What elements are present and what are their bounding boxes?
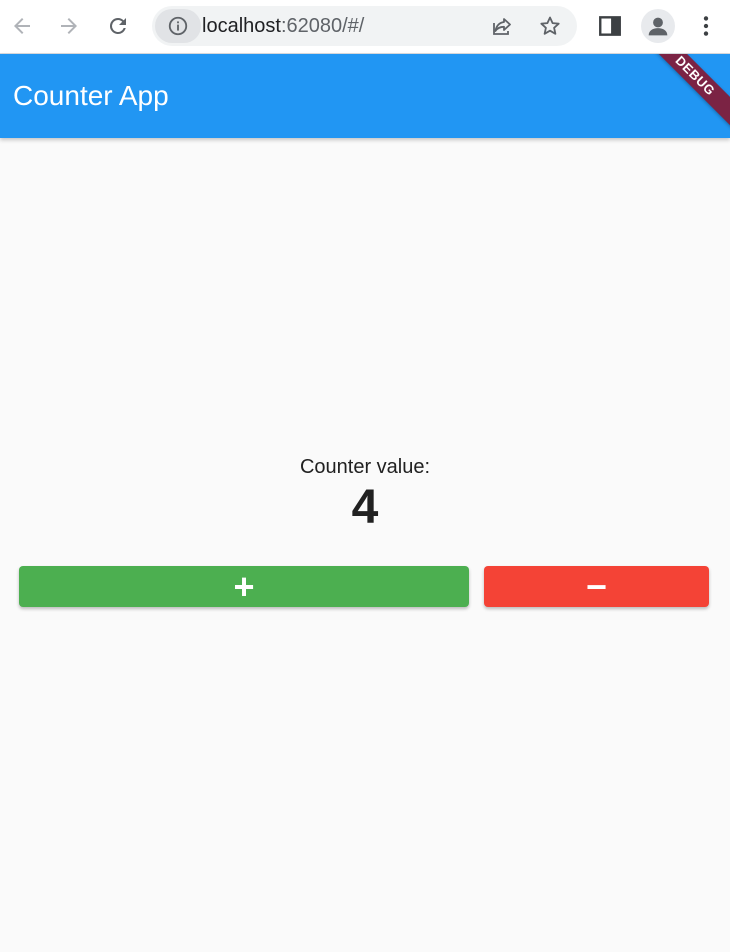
app-bar: Counter App DEBUG xyxy=(0,54,730,138)
account-icon xyxy=(648,17,668,36)
plus-icon: + xyxy=(233,565,255,607)
app-title: Counter App xyxy=(13,80,169,111)
star-icon[interactable] xyxy=(538,14,562,38)
more-vert-icon[interactable] xyxy=(693,13,719,39)
url-path: :62080/#/ xyxy=(280,15,365,37)
decrement-button[interactable]: − xyxy=(484,566,709,607)
url-text[interactable]: localhost:62080/#/ xyxy=(202,15,364,37)
profile-avatar[interactable] xyxy=(641,9,675,43)
address-bar[interactable]: localhost:62080/#/ xyxy=(152,6,577,46)
share-icon[interactable] xyxy=(490,14,514,38)
site-info-button[interactable] xyxy=(155,9,201,43)
arrow-left-icon xyxy=(14,18,30,34)
side-panel-icon[interactable] xyxy=(597,13,623,39)
reload-icon xyxy=(109,17,126,34)
debug-banner: DEBUG xyxy=(641,54,730,130)
increment-button[interactable]: + xyxy=(19,566,469,607)
counter-label: Counter value: xyxy=(299,456,431,478)
counter-value: 4 xyxy=(351,481,379,534)
minus-icon: − xyxy=(585,565,608,607)
reload-button[interactable] xyxy=(101,9,135,43)
back-button[interactable] xyxy=(5,9,39,43)
browser-toolbar: localhost:62080/#/ xyxy=(0,0,730,54)
forward-button[interactable] xyxy=(52,9,86,43)
info-icon xyxy=(168,16,188,36)
arrow-right-icon xyxy=(61,18,77,34)
url-host: localhost xyxy=(202,15,281,37)
